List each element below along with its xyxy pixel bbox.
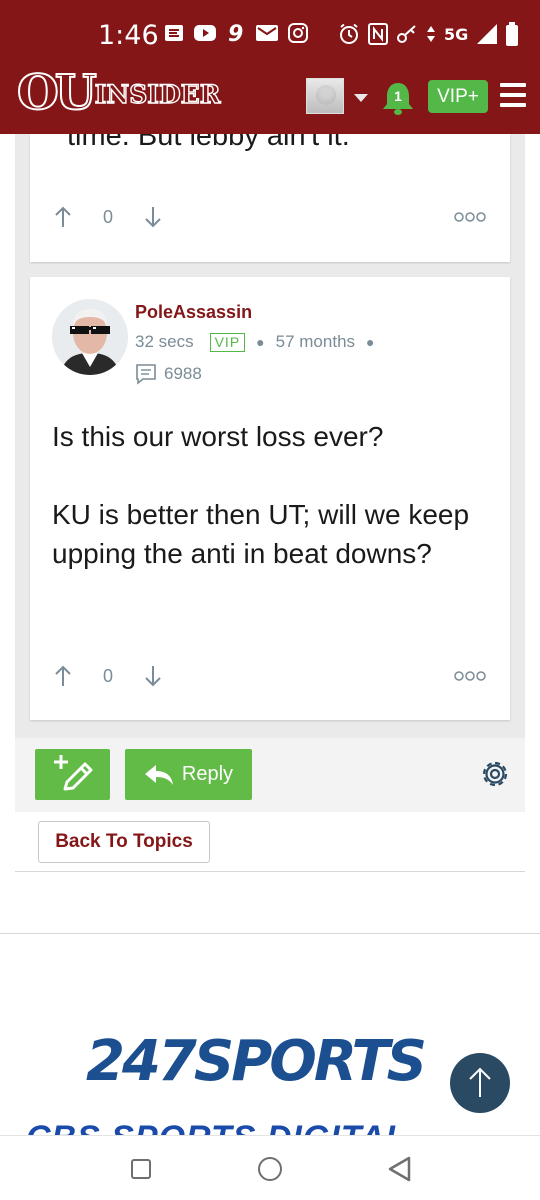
comment-meta: 32 secs VIP ● 57 months ● (135, 332, 386, 352)
post-count-value: 6988 (164, 364, 202, 383)
comment-icon (136, 364, 156, 385)
post-count: 6988 (135, 363, 202, 385)
comment-body-partial: time. But lebby ain't it. (67, 134, 350, 152)
recents-icon[interactable] (131, 1159, 151, 1179)
notification-count: 1 (394, 88, 402, 104)
e-icon (163, 22, 185, 44)
divider (0, 933, 540, 934)
downvote-arrow-icon[interactable] (143, 664, 163, 688)
reply-icon (144, 764, 173, 785)
chevron-down-icon[interactable] (354, 94, 368, 102)
comment-feed: time. But lebby ain't it. 0 PoleAssassin… (15, 134, 525, 738)
status-left-icons: 9 (163, 22, 309, 44)
page: 1:46 9 5G OU INSIDER 1 VIP+ time. But le… (0, 0, 540, 1200)
scroll-to-top-button[interactable] (450, 1053, 510, 1113)
notifications-bell[interactable]: 1 (381, 80, 415, 116)
data-icon (426, 22, 436, 46)
home-icon[interactable] (258, 1157, 282, 1181)
status-right-icons: 5G (338, 22, 519, 46)
mail-icon (256, 22, 278, 44)
alarm-icon (338, 22, 360, 46)
comment-body: Is this our worst loss ever? KU is bette… (52, 417, 492, 573)
svg-text:9: 9 (228, 22, 243, 44)
vote-controls: 0 (53, 664, 163, 688)
vpn-key-icon (396, 22, 418, 46)
youtube-icon (194, 22, 216, 44)
vote-count: 0 (102, 206, 113, 227)
instagram-icon (287, 22, 309, 44)
comment-card: time. But lebby ain't it. 0 (30, 134, 510, 262)
system-nav-bar (0, 1135, 540, 1200)
comment-paragraph: KU is better then UT; will we keep uppin… (52, 499, 470, 569)
battery-icon (506, 22, 519, 46)
reply-label: Reply (181, 763, 234, 785)
reply-button[interactable]: Reply (125, 749, 252, 800)
vote-count: 0 (102, 665, 113, 686)
comment-card: PoleAssassin 32 secs VIP ● 57 months ● 6… (30, 277, 510, 720)
nine-icon: 9 (225, 22, 247, 44)
divider (15, 871, 525, 872)
separator-dot: ● (366, 334, 375, 350)
nfc-icon (368, 22, 388, 46)
more-options-icon[interactable] (454, 671, 486, 681)
logo-insider-text: INSIDER (94, 79, 221, 109)
vote-controls: 0 (53, 205, 163, 229)
vip-plus-button[interactable]: VIP+ (428, 80, 488, 113)
comment-timestamp: 32 secs (135, 332, 194, 351)
action-bar: Reply (15, 738, 525, 812)
arrow-up-icon (469, 1067, 491, 1097)
commenter-username[interactable]: PoleAssassin (135, 302, 252, 323)
user-avatar[interactable] (306, 78, 344, 114)
logo-ou-text: OU (16, 65, 98, 121)
status-bar: 1:46 9 5G (0, 0, 540, 66)
member-duration: 57 months (275, 332, 356, 351)
separator-dot: ● (256, 334, 265, 350)
vip-badge: VIP (209, 332, 246, 352)
settings-gear-icon[interactable] (479, 758, 511, 790)
hamburger-menu-icon[interactable] (500, 83, 526, 107)
247sports-logo[interactable]: 247SPORTS (86, 1028, 456, 1090)
downvote-arrow-icon[interactable] (143, 205, 163, 229)
top-bar: 1:46 9 5G OU INSIDER 1 VIP+ (0, 0, 540, 134)
brand-text: 247SPORTS (86, 1029, 425, 1090)
comment-paragraph: Is this our worst loss ever? (52, 421, 384, 452)
ou-insider-logo[interactable]: OU INSIDER (16, 65, 221, 121)
upvote-arrow-icon[interactable] (53, 205, 73, 229)
back-to-topics-button[interactable]: Back To Topics (38, 821, 210, 863)
more-options-icon[interactable] (454, 212, 486, 222)
compose-icon (54, 755, 93, 791)
upvote-arrow-icon[interactable] (53, 664, 73, 688)
commenter-avatar[interactable] (52, 299, 128, 375)
back-icon[interactable] (387, 1155, 413, 1183)
new-post-button[interactable] (35, 749, 110, 800)
signal-icon (476, 22, 498, 46)
network-label: 5G (444, 24, 469, 44)
status-time: 1:46 (98, 20, 159, 51)
